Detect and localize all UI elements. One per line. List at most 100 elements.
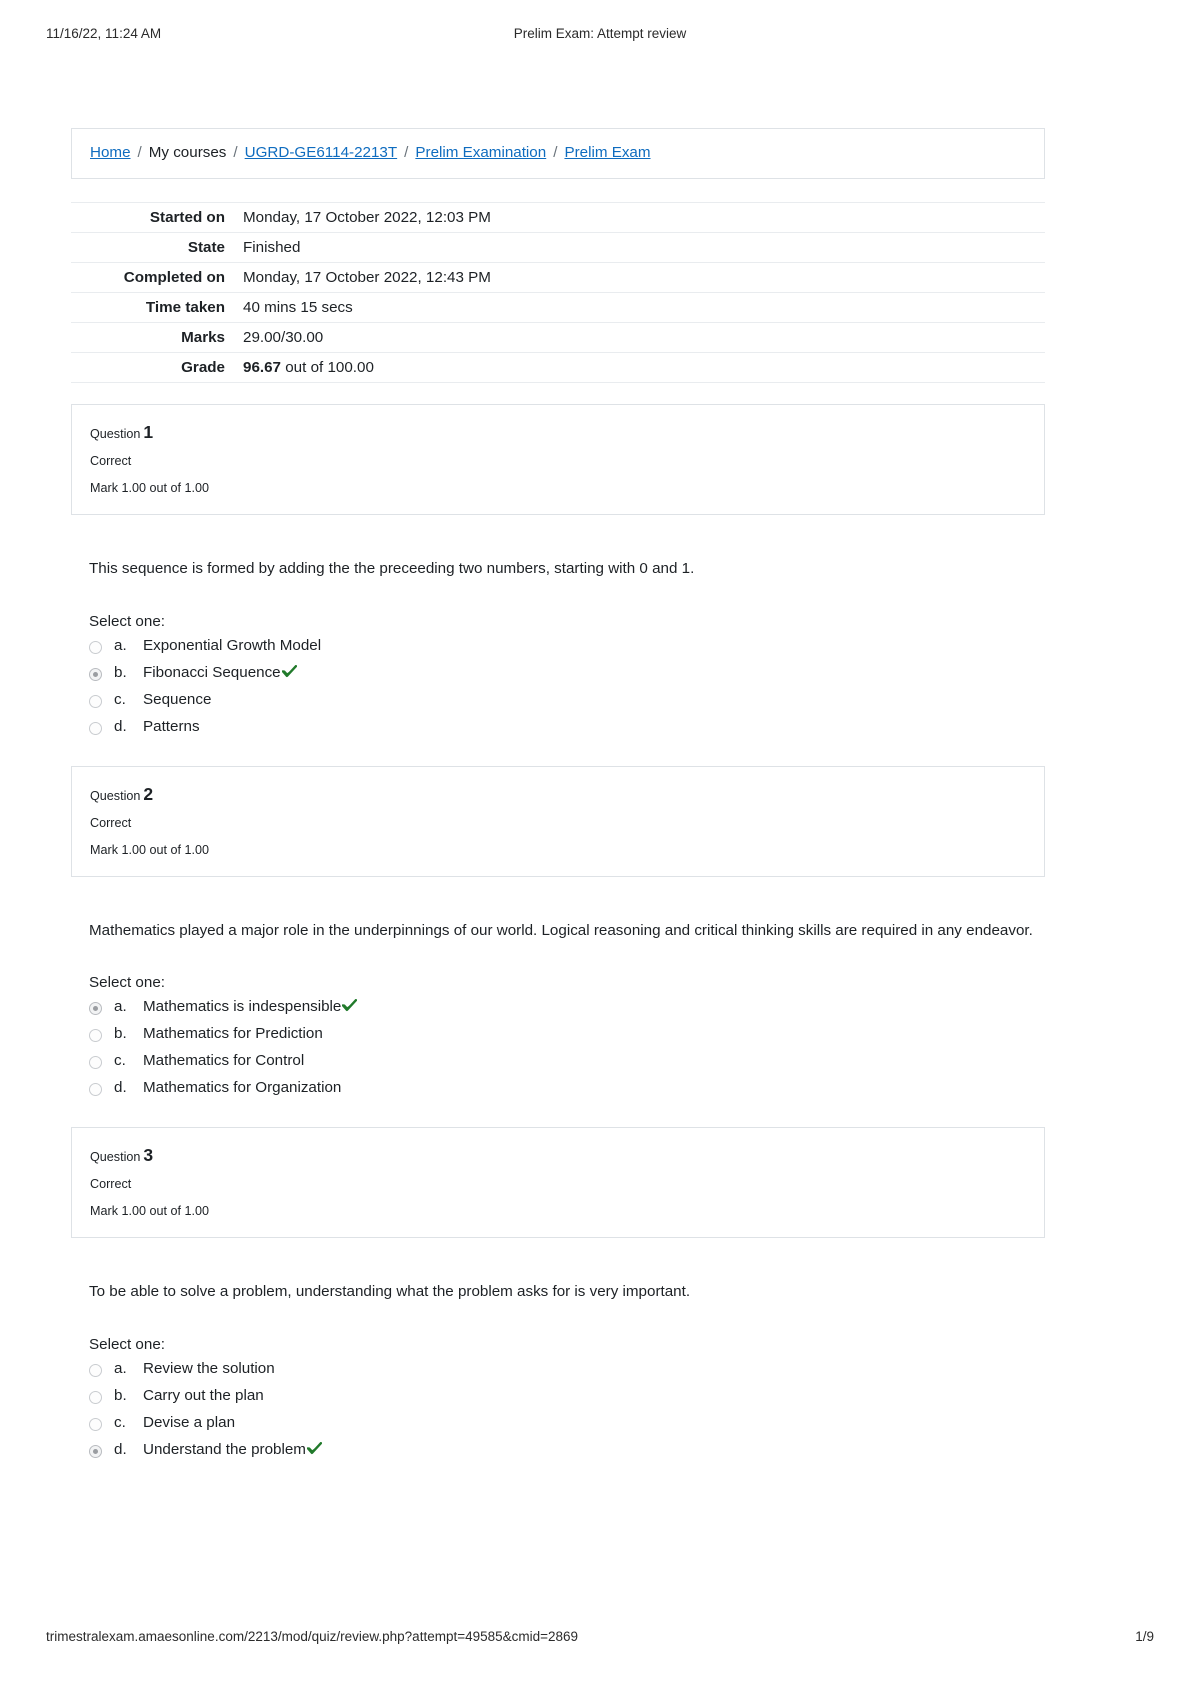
answer-letter: d.	[114, 1440, 127, 1458]
summary-label: State	[187, 239, 225, 257]
summary-value: Monday, 17 October 2022, 12:03 PM	[243, 209, 491, 227]
answer-option[interactable]: b. Fibonacci Sequence	[89, 664, 1045, 691]
answer-letter: c.	[114, 1413, 126, 1431]
question-content: This sequence is formed by adding the th…	[71, 559, 1045, 745]
radio-button-selected[interactable]	[89, 1002, 102, 1016]
breadcrumb-separator: /	[553, 144, 558, 161]
question-content: Mathematics played a major role in the u…	[71, 921, 1045, 1107]
question-header-box: Question 1 Correct Mark 1.00 out of 1.00	[71, 404, 1045, 516]
print-header-title: Prelim Exam: Attempt review	[513, 26, 687, 41]
answer-text: Review the solution	[143, 1359, 275, 1377]
print-footer-page-number: 1/9	[1135, 1629, 1154, 1644]
question-state: Correct	[90, 454, 132, 469]
answer-option[interactable]: a. Mathematics is indespensible	[89, 998, 1045, 1025]
answer-option[interactable]: c. Sequence	[89, 691, 1045, 718]
question-header-box: Question 3 Correct Mark 1.00 out of 1.00	[71, 1127, 1045, 1238]
answer-letter: c.	[114, 1052, 126, 1070]
breadcrumb-item-ugrd-ge6114-2213t[interactable]: UGRD-GE6114-2213T	[245, 144, 398, 161]
answer-letter: a.	[114, 636, 127, 654]
radio-button[interactable]	[89, 640, 102, 654]
summary-value: Finished	[243, 239, 301, 257]
print-footer: trimestralexam.amaesonline.com/2213/mod/…	[0, 1629, 1200, 1649]
radio-button[interactable]	[89, 1083, 102, 1097]
breadcrumb-item-my-courses: My courses	[148, 144, 227, 161]
answer-letter: d.	[114, 1079, 127, 1097]
select-one-label: Select one:	[89, 612, 165, 630]
question-mark: Mark 1.00 out of 1.00	[90, 842, 210, 857]
radio-button[interactable]	[89, 1417, 102, 1431]
answer-option[interactable]: a. Exponential Growth Model	[89, 637, 1045, 664]
answer-options: a. Exponential Growth Model b. Fibonacci Se…	[89, 637, 1045, 745]
summary-label: Time taken	[145, 299, 225, 317]
radio-button[interactable]	[89, 1029, 102, 1043]
breadcrumb-separator: /	[137, 144, 142, 161]
answer-option[interactable]: c. Mathematics for Control	[89, 1052, 1045, 1079]
select-one-label: Select one:	[89, 974, 165, 992]
answer-text: Mathematics for Prediction	[143, 1025, 323, 1043]
radio-button[interactable]	[89, 1056, 102, 1070]
radio-button[interactable]	[89, 721, 102, 735]
breadcrumb-separator: /	[233, 144, 238, 161]
questions-container: Question 1 Correct Mark 1.00 out of 1.00 Thi…	[71, 404, 1045, 1467]
answer-text: Carry out the plan	[143, 1386, 264, 1404]
summary-row: Time taken 40 mins 15 secs	[71, 292, 1045, 323]
answer-letter: a.	[114, 998, 127, 1016]
radio-button[interactable]	[89, 1390, 102, 1404]
question-word: Question	[90, 427, 141, 442]
question-index: 1	[143, 422, 154, 443]
correct-check-icon	[342, 999, 358, 1013]
print-footer-url: trimestralexam.amaesonline.com/2213/mod/…	[46, 1629, 579, 1644]
page-content: Home / My courses / UGRD-GE6114-2213T / Prelim…	[71, 128, 1045, 1468]
answer-option[interactable]: a. Review the solution	[89, 1360, 1045, 1387]
answer-options: a. Review the solution b. Carry out the pla…	[89, 1360, 1045, 1468]
answer-option[interactable]: d. Patterns	[89, 718, 1045, 745]
breadcrumb: Home / My courses / UGRD-GE6114-2213T / Prelim…	[71, 128, 1045, 180]
answer-letter: b.	[114, 1386, 127, 1404]
breadcrumb-item-home[interactable]: Home	[90, 144, 131, 161]
summary-value: 29.00/30.00	[243, 329, 324, 347]
question-text: This sequence is formed by adding the th…	[89, 560, 695, 578]
summary-value: 40 mins 15 secs	[243, 299, 353, 317]
correct-check-icon	[281, 664, 297, 679]
breadcrumb-item-prelim-examination[interactable]: Prelim Examination	[415, 144, 546, 161]
radio-button[interactable]	[89, 694, 102, 708]
summary-row: Started on Monday, 17 October 2022, 12:03…	[71, 202, 1045, 233]
summary-label: Completed on	[123, 269, 225, 287]
answer-text: Patterns	[143, 717, 200, 735]
breadcrumb-separator: /	[404, 144, 409, 161]
summary-label: Started on	[149, 209, 225, 227]
question-word: Question	[90, 788, 141, 803]
answer-option[interactable]: c. Devise a plan	[89, 1414, 1045, 1441]
question-text: To be able to solve a problem, understan…	[89, 1282, 691, 1300]
answer-option[interactable]: d. Understand the problem	[89, 1441, 1045, 1468]
select-one-label: Select one:	[89, 1335, 165, 1353]
answer-options: a. Mathematics is indespensible b. Mathemat…	[89, 998, 1045, 1106]
answer-option[interactable]: b. Carry out the plan	[89, 1387, 1045, 1414]
summary-label: Marks	[181, 329, 225, 347]
radio-button[interactable]	[89, 1363, 102, 1377]
answer-text: Fibonacci Sequence	[143, 663, 281, 681]
summary-row: Completed on Monday, 17 October 2022, 12:…	[71, 262, 1045, 293]
question-number: Question 1	[90, 419, 1026, 446]
answer-text: Mathematics for Control	[143, 1052, 305, 1070]
summary-row: Marks 29.00/30.00	[71, 322, 1045, 353]
answer-text: Understand the problem	[143, 1440, 306, 1458]
question-index: 3	[143, 1145, 154, 1166]
grade-number: 96.67	[243, 359, 282, 377]
answer-letter: c.	[114, 690, 126, 708]
question-number: Question 2	[90, 781, 1026, 808]
correct-check-icon	[306, 1441, 322, 1456]
summary-label-grade: Grade	[181, 359, 225, 377]
summary-row-grade: Grade 96.67 out of 100.00	[71, 352, 1045, 383]
radio-button-selected[interactable]	[89, 667, 102, 681]
radio-button-selected[interactable]	[89, 1444, 102, 1458]
question-text: Mathematics played a major role in the u…	[89, 921, 1033, 939]
summary-row: State Finished	[71, 232, 1045, 263]
answer-text: Devise a plan	[143, 1413, 236, 1431]
answer-letter: b.	[114, 1025, 127, 1043]
answer-option[interactable]: b. Mathematics for Prediction	[89, 1025, 1045, 1052]
answer-text: Exponential Growth Model	[143, 636, 322, 654]
breadcrumb-item-prelim-exam[interactable]: Prelim Exam	[564, 144, 650, 161]
answer-option[interactable]: d. Mathematics for Organization	[89, 1079, 1045, 1106]
answer-letter: b.	[114, 663, 127, 681]
